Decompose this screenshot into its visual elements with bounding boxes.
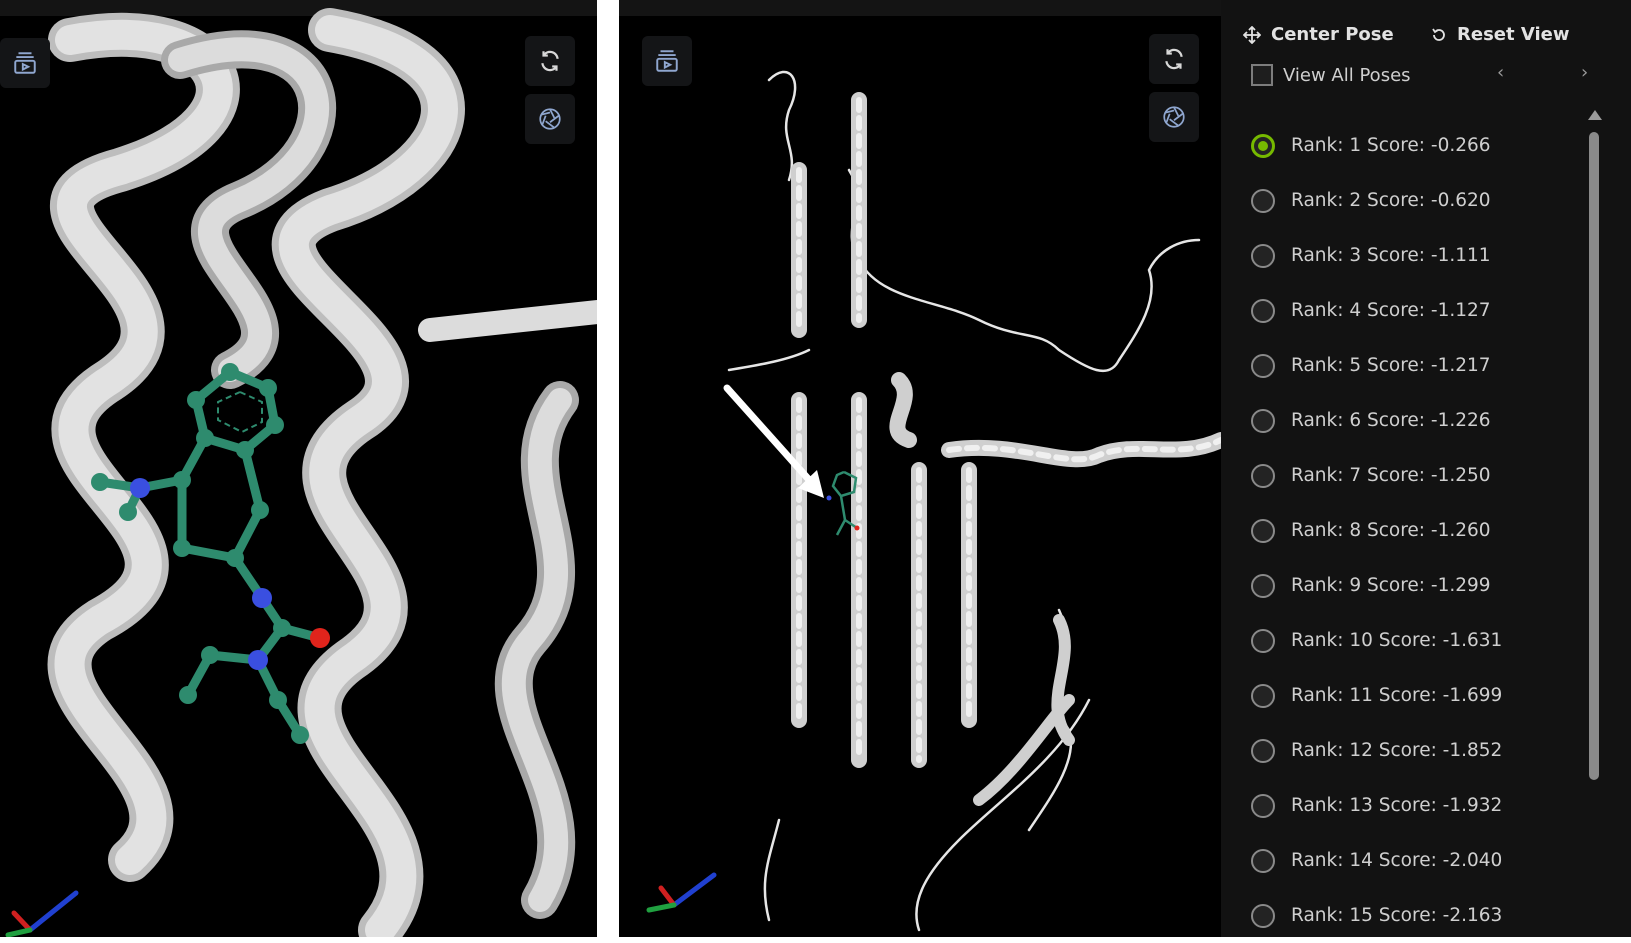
pose-label: Rank: 12 Score: -1.852 [1291, 740, 1503, 761]
playlist-icon [656, 50, 678, 72]
scroll-up-arrow-icon[interactable] [1588, 110, 1602, 120]
scrollbar-thumb[interactable] [1589, 132, 1599, 780]
reset-icon [1432, 28, 1445, 41]
pose-radio[interactable] [1251, 848, 1275, 873]
pose-radio[interactable] [1251, 793, 1275, 818]
pose-side-panel: Center Pose Reset View View All Poses ‹ … [1221, 0, 1631, 937]
pose-list-scrollbar[interactable] [1587, 110, 1602, 930]
pose-item[interactable]: Rank: 7 Score: -1.250 [1251, 448, 1581, 503]
pose-item[interactable]: Rank: 13 Score: -1.932 [1251, 778, 1581, 833]
protein-closeup-canvas[interactable] [0, 0, 597, 937]
pose-radio[interactable] [1251, 683, 1275, 708]
pose-item[interactable]: Rank: 4 Score: -1.127 [1251, 283, 1581, 338]
view-all-label: View All Poses [1283, 64, 1411, 86]
pose-label: Rank: 3 Score: -1.111 [1291, 245, 1491, 266]
pose-radio[interactable] [1251, 353, 1275, 378]
pose-item[interactable]: Rank: 5 Score: -1.217 [1251, 338, 1581, 393]
reset-view-button[interactable]: Reset View [1431, 24, 1569, 45]
pose-label: Rank: 5 Score: -1.217 [1291, 355, 1491, 376]
playlist-icon [14, 52, 36, 74]
view-all-checkbox[interactable] [1251, 64, 1273, 86]
pose-item[interactable]: Rank: 8 Score: -1.260 [1251, 503, 1581, 558]
next-pose-button[interactable]: › [1581, 62, 1588, 83]
pose-label: Rank: 7 Score: -1.250 [1291, 465, 1491, 486]
rotate-icon [1165, 48, 1183, 70]
snapshot-button[interactable] [1149, 92, 1199, 142]
move-icon [1243, 25, 1261, 44]
white-arrow-annotation [723, 384, 824, 498]
pose-item[interactable]: Rank: 12 Score: -1.852 [1251, 723, 1581, 778]
playlist-button[interactable] [642, 36, 692, 86]
pose-radio[interactable] [1251, 463, 1275, 488]
pose-label: Rank: 6 Score: -1.226 [1291, 410, 1491, 431]
pose-label: Rank: 9 Score: -1.299 [1291, 575, 1491, 596]
snapshot-button[interactable] [525, 94, 575, 144]
protein-overview-canvas[interactable] [619, 0, 1221, 937]
auto-rotate-button[interactable] [525, 36, 575, 86]
left-molecule-viewer[interactable] [0, 0, 597, 937]
right-molecule-viewer[interactable] [619, 0, 1221, 937]
pose-radio[interactable] [1251, 573, 1275, 598]
pose-label: Rank: 13 Score: -1.932 [1291, 795, 1503, 816]
view-all-poses-toggle[interactable]: View All Poses [1251, 64, 1411, 86]
pose-radio[interactable] [1251, 628, 1275, 653]
reset-view-label: Reset View [1457, 24, 1570, 45]
pose-radio[interactable] [1251, 298, 1275, 323]
pose-radio[interactable] [1251, 738, 1275, 763]
playlist-button[interactable] [0, 38, 50, 88]
pose-list: Rank: 1 Score: -0.266 Rank: 2 Score: -0.6… [1251, 118, 1581, 943]
pose-item[interactable]: Rank: 9 Score: -1.299 [1251, 558, 1581, 613]
prev-pose-button[interactable]: ‹ [1497, 62, 1504, 83]
pose-item[interactable]: Rank: 2 Score: -0.620 [1251, 173, 1581, 228]
pose-label: Rank: 11 Score: -1.699 [1291, 685, 1503, 706]
pose-item[interactable]: Rank: 6 Score: -1.226 [1251, 393, 1581, 448]
pose-label: Rank: 10 Score: -1.631 [1291, 630, 1503, 651]
pose-label: Rank: 2 Score: -0.620 [1291, 190, 1491, 211]
pose-item[interactable]: Rank: 11 Score: -1.699 [1251, 668, 1581, 723]
pose-radio[interactable] [1251, 903, 1275, 928]
pose-radio[interactable] [1251, 518, 1275, 543]
pose-item[interactable]: Rank: 10 Score: -1.631 [1251, 613, 1581, 668]
pose-item[interactable]: Rank: 15 Score: -2.163 [1251, 888, 1581, 943]
pose-radio[interactable] [1251, 243, 1275, 268]
center-pose-button[interactable]: Center Pose [1243, 24, 1394, 45]
pose-label: Rank: 4 Score: -1.127 [1291, 300, 1491, 321]
pose-item[interactable]: Rank: 14 Score: -2.040 [1251, 833, 1581, 888]
aperture-icon [1163, 106, 1185, 128]
pose-radio[interactable] [1251, 188, 1275, 213]
auto-rotate-button[interactable] [1149, 34, 1199, 84]
pose-label: Rank: 8 Score: -1.260 [1291, 520, 1491, 541]
pose-label: Rank: 14 Score: -2.040 [1291, 850, 1503, 871]
pose-radio[interactable] [1251, 408, 1275, 433]
pose-label: Rank: 15 Score: -2.163 [1291, 905, 1503, 926]
pose-radio[interactable] [1251, 133, 1275, 158]
pose-item[interactable]: Rank: 3 Score: -1.111 [1251, 228, 1581, 283]
center-pose-label: Center Pose [1271, 24, 1394, 45]
rotate-icon [541, 50, 559, 72]
pose-label: Rank: 1 Score: -0.266 [1291, 135, 1491, 156]
pose-item[interactable]: Rank: 1 Score: -0.266 [1251, 118, 1581, 173]
aperture-icon [539, 108, 561, 130]
